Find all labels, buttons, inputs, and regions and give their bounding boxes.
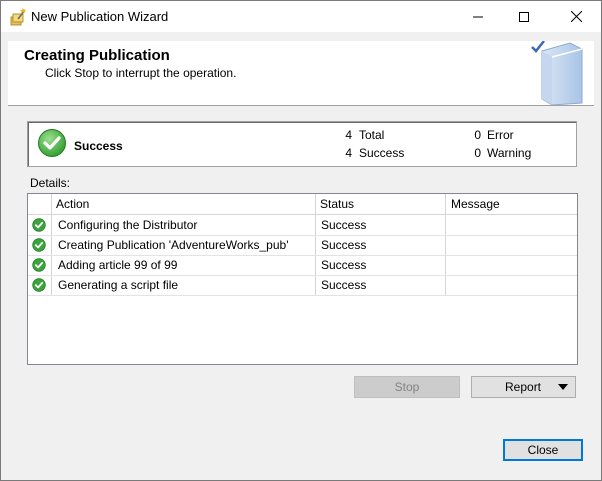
status-summary: Success 4 Total 4 Success 0 Error 0 Warn… (27, 121, 577, 167)
check-circle-icon (32, 278, 46, 292)
column-header-message[interactable]: Message (447, 194, 577, 214)
wizard-window: New Publication Wizard Creating Publicat… (0, 0, 602, 481)
close-window-button[interactable] (553, 1, 599, 32)
check-circle-icon (32, 238, 46, 252)
close-button-label: Close (527, 443, 559, 457)
maximize-icon (519, 11, 529, 22)
close-icon (570, 11, 582, 22)
success-label: Success (359, 146, 405, 160)
minimize-button[interactable] (455, 1, 501, 32)
status-cell: Success (321, 258, 367, 272)
chevron-down-icon (558, 384, 568, 390)
action-cell: Generating a script file (58, 278, 179, 292)
wizard-banner: Creating Publication Click Stop to inter… (8, 41, 594, 106)
stop-button-label: Stop (394, 380, 420, 394)
minimize-icon (473, 16, 483, 17)
check-circle-icon (38, 129, 66, 157)
check-circle-icon (32, 218, 46, 232)
details-table[interactable]: Action Status Message Configuring the Di… (27, 193, 578, 365)
report-button[interactable]: Report (471, 376, 576, 398)
window-title: New Publication Wizard (31, 9, 169, 24)
status-cell: Success (321, 218, 367, 232)
table-row[interactable]: Creating Publication 'AdventureWorks_pub… (28, 235, 577, 256)
column-header-action[interactable]: Action (52, 194, 314, 214)
title-bar[interactable]: New Publication Wizard (1, 1, 601, 32)
table-row[interactable]: Generating a script file Success (28, 275, 577, 296)
total-count: 4 (345, 128, 352, 142)
stop-button[interactable]: Stop (354, 376, 460, 398)
table-header: Action Status Message (28, 194, 577, 215)
error-count: 0 (474, 128, 481, 142)
action-cell: Configuring the Distributor (58, 218, 198, 232)
book-check-icon (531, 41, 583, 105)
status-label: Success (74, 139, 123, 153)
check-circle-icon (32, 258, 46, 272)
status-cell: Success (321, 238, 367, 252)
column-header-status[interactable]: Status (316, 194, 446, 214)
table-row[interactable]: Adding article 99 of 99 Success (28, 255, 577, 276)
maximize-button[interactable] (501, 1, 547, 32)
total-label: Total (359, 128, 385, 142)
page-subtitle: Click Stop to interrupt the operation. (45, 66, 237, 80)
error-label: Error (487, 128, 514, 142)
action-cell: Creating Publication 'AdventureWorks_pub… (58, 238, 289, 252)
warning-count: 0 (474, 146, 481, 160)
warning-label: Warning (487, 146, 532, 160)
action-cell: Adding article 99 of 99 (58, 258, 178, 272)
close-button[interactable]: Close (503, 439, 583, 461)
success-count: 4 (345, 146, 352, 160)
status-cell: Success (321, 278, 367, 292)
report-button-label: Report (505, 380, 542, 394)
wizard-wand-icon (10, 8, 26, 26)
details-label: Details: (30, 176, 71, 190)
table-row[interactable]: Configuring the Distributor Success (28, 215, 577, 236)
page-title: Creating Publication (24, 47, 170, 64)
